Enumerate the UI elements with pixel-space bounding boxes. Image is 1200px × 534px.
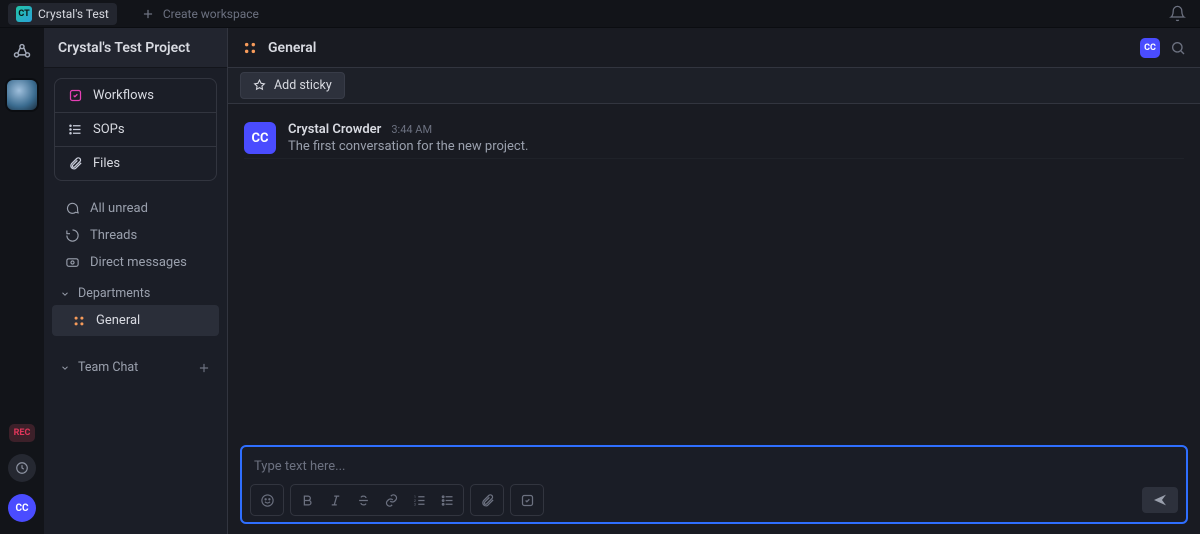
send-button[interactable] <box>1142 487 1178 513</box>
message-avatar[interactable]: CC <box>244 122 276 154</box>
plus-icon <box>197 361 211 375</box>
sidebar-item-threads[interactable]: Threads <box>44 222 227 249</box>
history-button[interactable] <box>8 454 36 482</box>
sidebar-item-files[interactable]: Files <box>55 147 216 180</box>
channel-search-button[interactable] <box>1170 40 1186 56</box>
project-tile[interactable] <box>7 80 37 110</box>
bold-icon <box>300 493 315 508</box>
chevron-down-icon <box>60 363 70 373</box>
italic-icon <box>328 493 343 508</box>
sidebar-item-label: All unread <box>90 201 148 216</box>
italic-button[interactable] <box>321 487 349 513</box>
message-author: Crystal Crowder <box>288 122 381 137</box>
strikethrough-icon <box>356 493 371 508</box>
sidebar-group-label: Departments <box>78 286 150 301</box>
channel-member-avatar[interactable]: CC <box>1140 38 1160 58</box>
sidebar-item-label: Direct messages <box>90 255 187 270</box>
threads-icon <box>65 228 80 243</box>
plus-icon <box>141 7 155 21</box>
add-sticky-button[interactable]: Add sticky <box>240 72 345 99</box>
sidebar-item-label: SOPs <box>93 122 125 137</box>
sidebar-item-dms[interactable]: Direct messages <box>44 249 227 276</box>
sidebar-channel-general[interactable]: General <box>52 305 219 336</box>
message-composer: 123 <box>240 445 1188 524</box>
attach-button[interactable] <box>473 487 501 513</box>
sidebar-item-label: Files <box>93 156 120 171</box>
chevron-down-icon <box>60 289 70 299</box>
composer-toolbar: 123 <box>250 484 1178 516</box>
ordered-list-icon: 123 <box>412 493 427 508</box>
sidebar: Crystal's Test Project Workflows SOPs Fi… <box>44 28 228 534</box>
workspace-tab[interactable]: CT Crystal's Test <box>8 3 117 25</box>
add-sticky-label: Add sticky <box>274 78 332 93</box>
bullet-list-icon <box>440 493 455 508</box>
search-icon <box>1170 40 1186 56</box>
ordered-list-button[interactable]: 123 <box>405 487 433 513</box>
message-list[interactable]: CC Crystal Crowder 3:44 AM The first con… <box>228 104 1200 435</box>
send-icon <box>1152 492 1168 508</box>
sidebar-nav-box: Workflows SOPs Files <box>54 78 217 181</box>
create-workspace-button[interactable]: Create workspace <box>141 7 259 21</box>
workspace-name: Crystal's Test <box>38 7 109 21</box>
link-icon <box>384 493 399 508</box>
task-button[interactable] <box>513 487 541 513</box>
sidebar-group-departments[interactable]: Departments <box>44 276 227 305</box>
app-logo[interactable] <box>11 42 33 64</box>
bell-icon <box>1169 5 1186 22</box>
emoji-icon <box>260 493 275 508</box>
add-team-chat-button[interactable] <box>197 361 211 375</box>
clock-icon <box>15 461 29 475</box>
emoji-button[interactable] <box>253 487 281 513</box>
message-time: 3:44 AM <box>391 123 432 136</box>
sidebar-item-label: Threads <box>90 228 137 243</box>
left-rail: REC CC <box>0 28 44 534</box>
bullet-list-button[interactable] <box>433 487 461 513</box>
sidebar-item-sops[interactable]: SOPs <box>55 113 216 147</box>
paperclip-icon <box>68 156 83 171</box>
grid-icon <box>242 40 258 56</box>
record-button[interactable]: REC <box>9 424 35 442</box>
hex-cluster-icon <box>11 42 33 64</box>
workspace-avatar: CT <box>16 6 32 22</box>
dm-icon <box>65 255 80 270</box>
sidebar-item-all-unread[interactable]: All unread <box>44 195 227 222</box>
sidebar-quick-list: All unread Threads Direct messages <box>44 195 227 276</box>
paperclip-icon <box>480 493 495 508</box>
sidebar-item-label: Workflows <box>93 88 154 103</box>
channel-toolbar: Add sticky <box>228 68 1200 104</box>
pin-icon <box>253 79 266 92</box>
bold-button[interactable] <box>293 487 321 513</box>
list-icon <box>68 122 83 137</box>
sidebar-group-team-chat[interactable]: Team Chat <box>44 350 227 379</box>
strike-button[interactable] <box>349 487 377 513</box>
project-title[interactable]: Crystal's Test Project <box>44 28 227 68</box>
sidebar-channel-label: General <box>96 313 140 328</box>
message-row: CC Crystal Crowder 3:44 AM The first con… <box>244 118 1184 159</box>
checkbox-icon <box>520 493 535 508</box>
sidebar-group-label: Team Chat <box>78 360 138 375</box>
main-column: General CC Add sticky CC Crystal Crowder <box>228 28 1200 534</box>
workflow-icon <box>68 88 83 103</box>
grid-icon <box>72 314 86 328</box>
composer-input[interactable] <box>250 453 1178 480</box>
top-strip: CT Crystal's Test Create workspace <box>0 0 1200 28</box>
message-body: The first conversation for the new proje… <box>288 139 528 154</box>
chat-icon <box>65 201 80 216</box>
sidebar-item-workflows[interactable]: Workflows <box>55 79 216 113</box>
channel-title: General <box>268 40 316 56</box>
current-user-avatar[interactable]: CC <box>8 494 36 522</box>
create-workspace-label: Create workspace <box>163 7 259 21</box>
notifications-button[interactable] <box>1169 5 1186 22</box>
svg-text:3: 3 <box>413 502 415 506</box>
link-button[interactable] <box>377 487 405 513</box>
channel-header: General CC <box>228 28 1200 68</box>
